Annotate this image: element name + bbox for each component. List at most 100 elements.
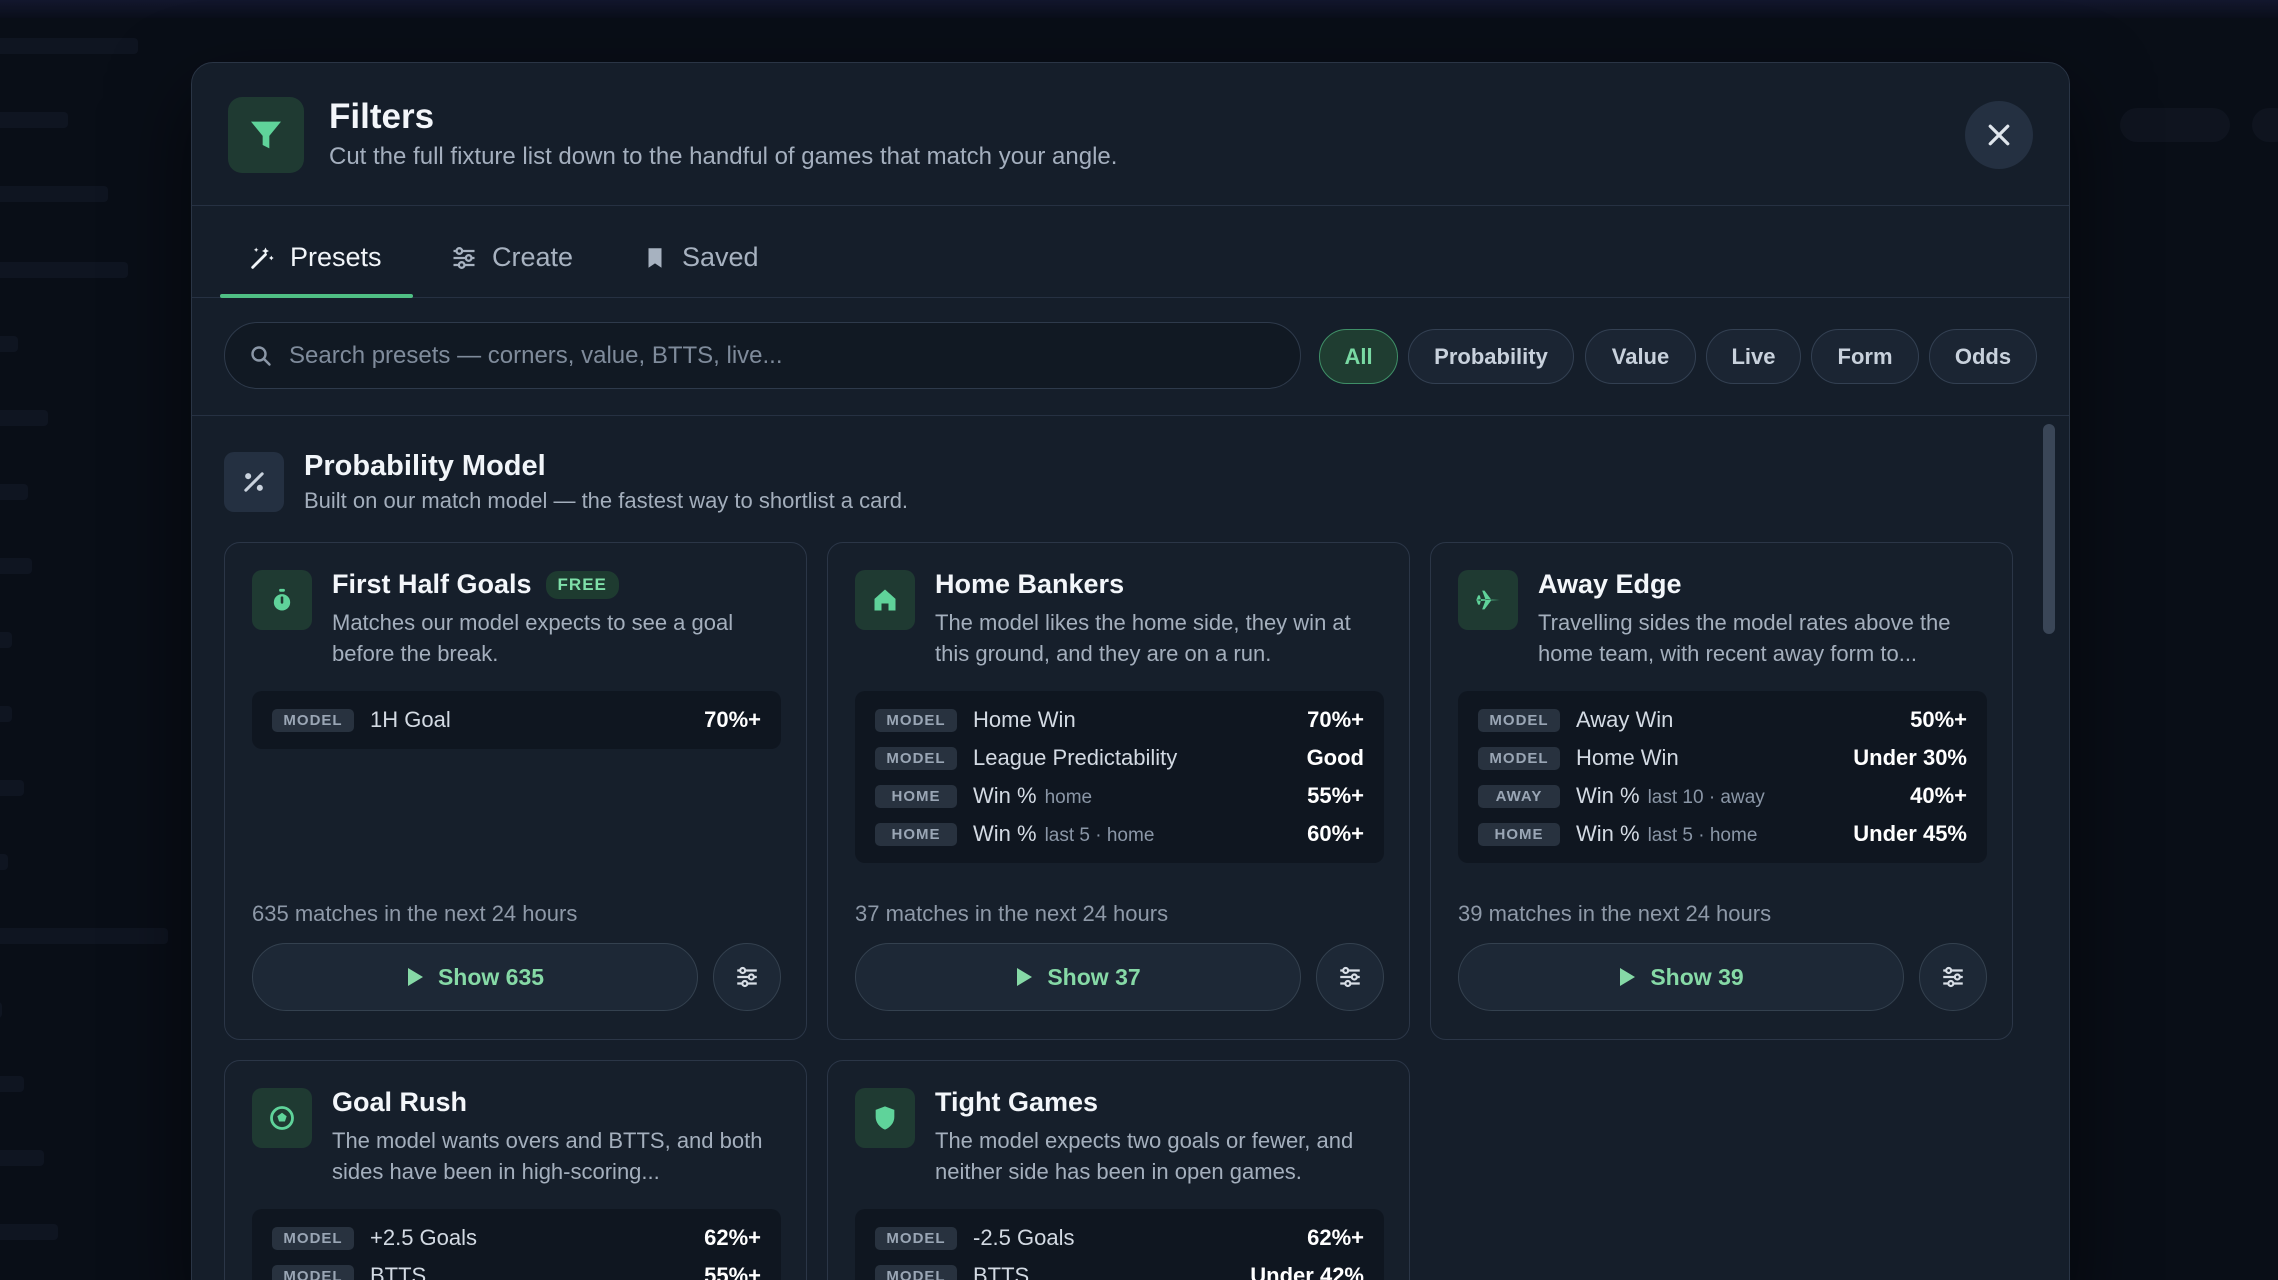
- rule-tag: MODEL: [875, 1226, 957, 1250]
- chip-all[interactable]: All: [1319, 329, 1398, 384]
- rule-note: last 10 · away: [1647, 787, 1765, 808]
- tab-label: Saved: [682, 242, 759, 272]
- card-title: Away Edge: [1538, 569, 1682, 599]
- play-icon: [407, 968, 423, 986]
- magic-wand-icon: [251, 247, 274, 269]
- rule-tag: MODEL: [875, 746, 957, 770]
- modal-header: Filters Cut the full fixture list down t…: [192, 63, 2069, 206]
- tab-presets[interactable]: Presets: [248, 242, 382, 273]
- chip-form[interactable]: Form: [1811, 329, 1919, 384]
- scrollbar[interactable]: [2043, 424, 2055, 634]
- rule-row: MODEL League Predictability Good: [875, 739, 1364, 777]
- rule-row: HOME Win % last 5 · home 60%+: [875, 815, 1364, 853]
- chip-probability[interactable]: Probability: [1408, 329, 1574, 384]
- rule-row: HOME Win % home 55%+: [875, 777, 1364, 815]
- rule-value: 62%+: [1307, 1225, 1364, 1250]
- rule-tag: HOME: [875, 784, 957, 808]
- rule-row: MODEL +2.5 Goals 62%+: [272, 1219, 761, 1257]
- rule-label: Home Win: [1576, 745, 1679, 770]
- sliders-icon: [1943, 966, 1963, 988]
- preset-list: Probability Model Built on our match mod…: [192, 416, 2069, 1280]
- close-button[interactable]: [1965, 101, 2033, 169]
- show-button-label: Show 635: [437, 963, 545, 990]
- rule-value: 55%+: [704, 1263, 761, 1280]
- card-title: Tight Games: [935, 1087, 1099, 1117]
- show-matches-button[interactable]: Show 635: [252, 943, 698, 1011]
- rule-label: Win %: [973, 821, 1037, 846]
- match-count: 37 matches in the next 24 hours: [855, 901, 1169, 926]
- rule-row: AWAY Win % last 10 · away 40%+: [1478, 777, 1967, 815]
- play-icon: [1620, 968, 1636, 986]
- rule-value: Under 45%: [1853, 821, 1967, 846]
- rule-tag: MODEL: [272, 1226, 354, 1250]
- rule-label: BTTS: [370, 1263, 427, 1280]
- rule-row: MODEL 1H Goal 70%+: [272, 701, 761, 739]
- rule-label: 1H Goal: [370, 707, 451, 732]
- customize-button[interactable]: [1919, 943, 1987, 1011]
- tab-saved[interactable]: Saved: [642, 242, 759, 273]
- preset-card-tight-games[interactable]: Tight Games The model expects two goals …: [827, 1060, 1410, 1280]
- home-icon: [855, 570, 915, 630]
- percent-icon: [224, 452, 284, 512]
- funnel-icon: [228, 97, 304, 173]
- rule-value: 60%+: [1307, 821, 1364, 846]
- bookmark-icon: [648, 247, 662, 268]
- preset-card-first-half-goals[interactable]: First Half Goals FREE Matches our model …: [224, 542, 807, 1040]
- show-button-label: Show 39: [1650, 963, 1744, 990]
- rule-row: MODEL Home Win Under 30%: [1478, 739, 1967, 777]
- show-matches-button[interactable]: Show 39: [1458, 943, 1904, 1011]
- rule-label: League Predictability: [973, 745, 1178, 770]
- customize-button[interactable]: [1316, 943, 1384, 1011]
- chip-value[interactable]: Value: [1585, 329, 1696, 384]
- rule-row: MODEL Away Win 50%+: [1478, 701, 1967, 739]
- customize-button[interactable]: [713, 943, 781, 1011]
- chip-live[interactable]: Live: [1706, 329, 1801, 384]
- show-button-label: Show 37: [1047, 963, 1141, 990]
- rule-tag: MODEL: [1478, 708, 1560, 732]
- card-title: Goal Rush: [332, 1087, 468, 1117]
- tab-create[interactable]: Create: [450, 242, 573, 273]
- rule-label: -2.5 Goals: [973, 1225, 1075, 1250]
- match-count: 635 matches in the next 24 hours: [252, 901, 578, 926]
- rule-value: Under 42%: [1250, 1263, 1364, 1280]
- preset-card-home-bankers[interactable]: Home Bankers The model likes the home si…: [827, 542, 1410, 1040]
- close-icon: [1988, 124, 2010, 146]
- rule-note: last 5 · home: [1647, 825, 1758, 846]
- rule-label: Home Win: [973, 707, 1076, 732]
- rule-value: 70%+: [1307, 707, 1364, 732]
- rule-row: HOME Win % last 5 · home Under 45%: [1478, 815, 1967, 853]
- card-rules: MODEL +2.5 Goals 62%+ MODEL BTTS 55%+: [252, 1209, 781, 1280]
- rule-tag: MODEL: [272, 708, 354, 732]
- match-count: 39 matches in the next 24 hours: [1458, 901, 1772, 926]
- sliders-icon: [1340, 966, 1360, 988]
- filters-modal: Filters Cut the full fixture list down t…: [191, 62, 2070, 1280]
- card-rules: MODEL Home Win 70%+ MODEL League Predict…: [855, 691, 1384, 863]
- preset-card-away-edge[interactable]: Away Edge Travelling sides the model rat…: [1430, 542, 2013, 1040]
- modal-subtitle: Cut the full fixture list down to the ha…: [329, 143, 1118, 170]
- chip-odds[interactable]: Odds: [1929, 329, 2037, 384]
- search-input[interactable]: Search presets — corners, value, BTTS, l…: [224, 322, 1301, 389]
- rule-row: MODEL BTTS Under 42%: [875, 1257, 1364, 1280]
- card-title: Home Bankers: [935, 569, 1125, 599]
- rule-tag: MODEL: [1478, 746, 1560, 770]
- tab-label: Presets: [290, 242, 382, 272]
- section-subtitle: Built on our match model — the fastest w…: [304, 488, 909, 513]
- rule-label: Win %: [1576, 821, 1640, 846]
- show-matches-button[interactable]: Show 37: [855, 943, 1301, 1011]
- preset-card-goal-rush[interactable]: Goal Rush The model wants overs and BTTS…: [224, 1060, 807, 1280]
- rule-tag: MODEL: [875, 708, 957, 732]
- card-description: The model expects two goals or fewer, an…: [935, 1128, 1354, 1184]
- search-placeholder: Search presets — corners, value, BTTS, l…: [289, 341, 783, 369]
- rule-value: 55%+: [1307, 783, 1364, 808]
- rule-label: Win %: [1576, 783, 1640, 808]
- card-title: First Half Goals: [332, 569, 532, 599]
- rule-value: 50%+: [1910, 707, 1967, 732]
- rule-value: 62%+: [704, 1225, 761, 1250]
- football-icon: [252, 1088, 312, 1148]
- rule-value: 40%+: [1910, 783, 1967, 808]
- rule-tag: AWAY: [1478, 784, 1560, 808]
- rule-note: last 5 · home: [1044, 825, 1155, 846]
- stopwatch-icon: [252, 570, 312, 630]
- preset-toolbar: Search presets — corners, value, BTTS, l…: [192, 298, 2069, 416]
- rule-label: Away Win: [1576, 707, 1674, 732]
